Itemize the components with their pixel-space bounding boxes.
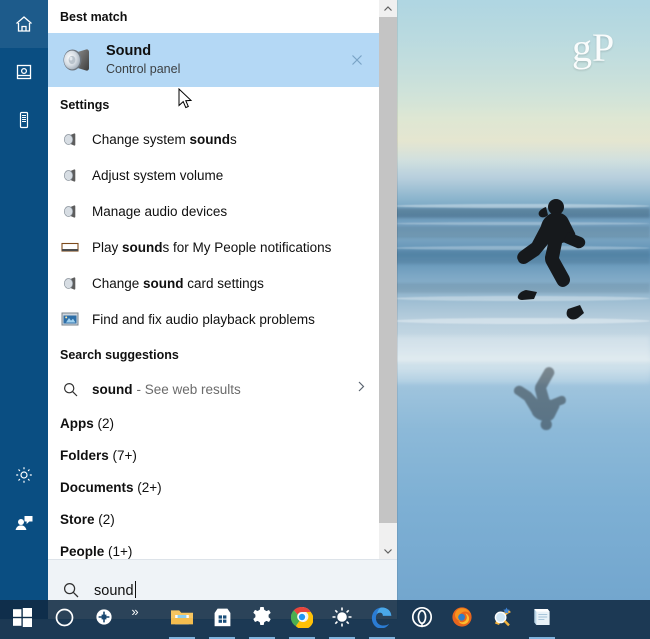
rail-item-settings[interactable] <box>0 451 48 499</box>
task-view-icon <box>95 608 113 631</box>
folder-icon <box>170 607 194 632</box>
result-label: Play sounds for My People notifications <box>92 239 332 255</box>
search-icon <box>60 379 80 399</box>
result-label: Find and fix audio playback problems <box>92 311 315 327</box>
result-label: Change sound card settings <box>92 275 264 291</box>
result-label: Manage audio devices <box>92 203 228 219</box>
text-caret <box>134 580 136 598</box>
wallpaper-runner-reflection <box>513 367 566 431</box>
gear-icon <box>251 606 273 633</box>
windows-logo-icon <box>12 607 32 632</box>
category-row-folders[interactable]: Folders (7+) <box>48 439 379 471</box>
taskbar-item-settings[interactable] <box>242 600 282 639</box>
rail-item-home[interactable] <box>0 0 48 48</box>
search-input-value: sound <box>94 580 136 599</box>
chevron-right-icon[interactable] <box>355 379 367 400</box>
result-adjust-system-volume[interactable]: Adjust system volume <box>48 157 379 193</box>
best-match-header: Best match <box>60 10 128 24</box>
notification-banner-icon <box>60 237 80 257</box>
taskbar-item-opera[interactable] <box>402 600 442 639</box>
suggestion-query-text: sound <box>92 381 133 397</box>
rail-bottom-group <box>0 451 48 547</box>
speaker-icon <box>60 129 80 149</box>
category-label: Documents (2+) <box>60 479 162 495</box>
chevron-down-icon[interactable] <box>379 542 397 559</box>
taskbar-overflow-chevron[interactable]: » <box>124 604 146 619</box>
speaker-icon <box>60 43 94 77</box>
cortana-circle-icon <box>54 607 75 633</box>
category-label: Apps (2) <box>60 415 115 431</box>
results-scrollbar[interactable] <box>379 0 397 559</box>
wallpaper-watermark: gP <box>572 25 615 70</box>
chrome-icon <box>290 606 314 633</box>
result-change-system-sounds[interactable]: Change system sounds <box>48 121 379 157</box>
category-label: Store (2) <box>60 511 115 527</box>
taskbar-item-brightness[interactable] <box>322 600 362 639</box>
best-match-text-group: Sound Control panel <box>106 43 180 77</box>
result-find-fix-audio-playback[interactable]: Find and fix audio playback problems <box>48 301 379 337</box>
magnifier-icon <box>491 606 514 633</box>
opera-icon <box>411 606 433 633</box>
category-row-people[interactable]: People (1+) <box>48 535 379 559</box>
device-icon <box>14 110 34 130</box>
search-results-area: Best match Sound Control panel Settings … <box>48 0 397 559</box>
result-play-sounds-my-people[interactable]: Play sounds for My People notifications <box>48 229 379 265</box>
result-manage-audio-devices[interactable]: Manage audio devices <box>48 193 379 229</box>
rail-item-feedback[interactable] <box>0 499 48 547</box>
result-label: Change system sounds <box>92 131 237 147</box>
settings-section-header: Settings <box>60 98 110 112</box>
best-match-subtitle: Control panel <box>106 62 181 76</box>
edge-icon <box>371 606 393 633</box>
speaker-icon <box>60 201 80 221</box>
category-label: People (1+) <box>60 543 133 559</box>
firefox-icon <box>451 606 473 633</box>
search-suggestions-header: Search suggestions <box>60 348 179 362</box>
category-row-store[interactable]: Store (2) <box>48 503 379 535</box>
notebook-icon <box>14 62 34 82</box>
taskbar-item-cortana[interactable] <box>44 600 84 639</box>
rail-item-devices[interactable] <box>0 96 48 144</box>
taskbar: » <box>0 600 650 639</box>
troubleshooter-icon <box>60 309 80 329</box>
taskbar-item-google-chrome[interactable] <box>282 600 322 639</box>
home-icon <box>14 14 34 34</box>
chevron-up-icon[interactable] <box>379 0 397 17</box>
speaker-icon <box>60 165 80 185</box>
speaker-icon <box>60 273 80 293</box>
category-label: Folders (7+) <box>60 447 137 463</box>
taskbar-item-microsoft-edge[interactable] <box>362 600 402 639</box>
feedback-icon <box>14 513 34 533</box>
taskbar-item-microsoft-store[interactable] <box>202 600 242 639</box>
gear-icon <box>14 465 34 485</box>
desktop-screen: gP Best match Sound Control panel Settin… <box>0 0 650 639</box>
rail-item-notebook[interactable] <box>0 48 48 96</box>
category-row-documents[interactable]: Documents (2+) <box>48 471 379 503</box>
taskbar-item-file-explorer[interactable] <box>162 600 202 639</box>
panel-navigation-rail <box>0 0 49 619</box>
taskbar-item-notepad[interactable] <box>522 600 562 639</box>
search-suggestion-sound[interactable]: sound - See web results <box>48 371 379 407</box>
notepad-icon <box>531 606 553 633</box>
taskbar-item-mozilla-firefox[interactable] <box>442 600 482 639</box>
search-results-scroll: Best match Sound Control panel Settings … <box>48 0 379 559</box>
close-icon[interactable] <box>349 52 365 68</box>
result-label: Adjust system volume <box>92 167 224 183</box>
wallpaper-runner-silhouette <box>517 199 586 320</box>
taskbar-item-magnifier[interactable] <box>482 600 522 639</box>
category-row-apps[interactable]: Apps (2) <box>48 407 379 439</box>
search-icon <box>62 581 80 599</box>
sun-icon <box>331 606 353 633</box>
best-match-result-sound[interactable]: Sound Control panel <box>48 33 379 87</box>
result-change-sound-card-settings[interactable]: Change sound card settings <box>48 265 379 301</box>
store-bag-icon <box>212 607 233 633</box>
suggestion-tail-text: - See web results <box>136 381 241 397</box>
rail-top-group <box>0 0 48 144</box>
start-button[interactable] <box>0 600 44 639</box>
best-match-title: Sound <box>106 43 152 59</box>
start-search-panel: Best match Sound Control panel Settings … <box>0 0 397 619</box>
taskbar-item-task-view[interactable] <box>84 600 124 639</box>
scrollbar-thumb[interactable] <box>379 17 397 523</box>
